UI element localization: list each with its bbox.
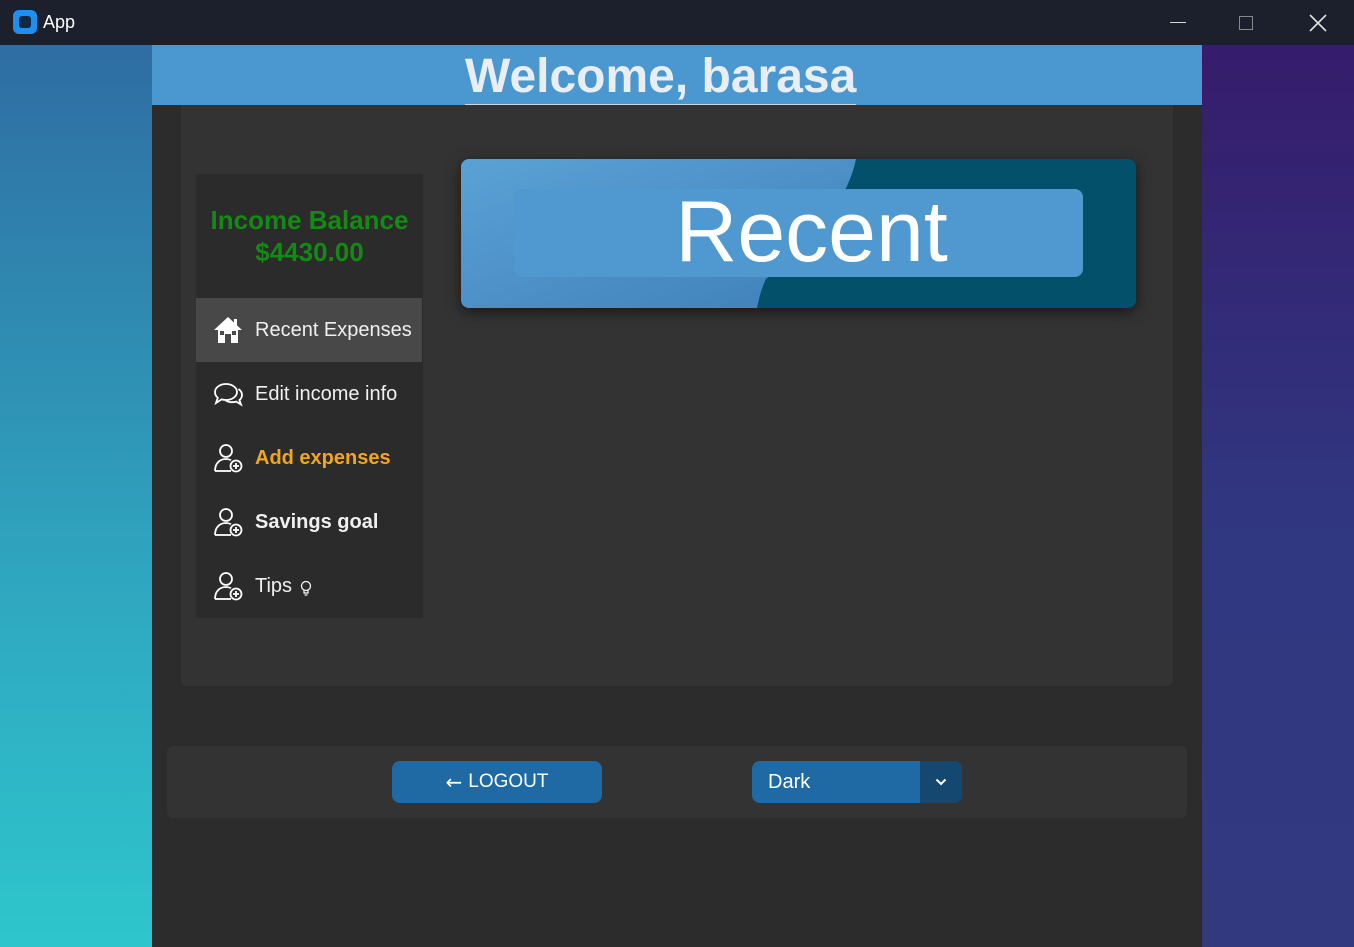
- arrow-left-icon: ←: [445, 770, 463, 794]
- sidebar-item-label: Tips: [255, 574, 293, 597]
- title-bar: App: [0, 0, 1354, 45]
- footer-bar: ← LOGOUT Dark: [167, 746, 1187, 818]
- theme-select[interactable]: Dark: [752, 761, 962, 803]
- sidebar-item-tips-text: Tips: [255, 575, 312, 598]
- close-button[interactable]: [1288, 0, 1348, 45]
- chevron-down-icon: [935, 778, 947, 786]
- maximize-button[interactable]: [1216, 0, 1276, 45]
- sidebar-item-label: Savings goal: [255, 510, 379, 533]
- sidebar: Income Balance $4430.00 Recent Expenses …: [196, 174, 423, 618]
- income-balance: Income Balance $4430.00: [196, 204, 423, 268]
- sidebar-item-label: Recent Expenses: [255, 318, 412, 341]
- logout-button[interactable]: ← LOGOUT: [392, 761, 602, 803]
- home-icon: [214, 317, 242, 343]
- add-user-icon: [214, 508, 243, 537]
- chat-icon: [214, 383, 243, 407]
- sidebar-item-label: Edit income info: [255, 382, 398, 405]
- add-user-icon: [214, 444, 243, 473]
- background-left: [0, 45, 152, 947]
- minimize-button[interactable]: [1148, 0, 1208, 45]
- app-icon: [13, 10, 37, 34]
- balance-value: $4430.00: [255, 237, 364, 267]
- sidebar-item-edit-income[interactable]: Edit income info: [196, 362, 422, 426]
- theme-select-value: Dark: [768, 771, 811, 793]
- minimize-icon: [1170, 22, 1186, 23]
- sidebar-item-recent-expenses[interactable]: Recent Expenses: [196, 298, 422, 362]
- sidebar-item-savings-goal[interactable]: Savings goal: [196, 490, 422, 554]
- recent-banner: Recent: [461, 159, 1136, 308]
- sidebar-item-add-expenses[interactable]: Add expenses: [196, 426, 422, 490]
- balance-label: Income Balance: [210, 205, 409, 235]
- close-icon: [1309, 13, 1327, 32]
- window-title: App: [43, 12, 76, 32]
- theme-select-dropdown-button[interactable]: [920, 761, 962, 803]
- logout-label: LOGOUT: [468, 771, 549, 792]
- banner-title: Recent: [675, 184, 948, 280]
- background-right: [1202, 45, 1354, 947]
- add-user-icon: [214, 572, 243, 601]
- sidebar-item-label: Add expenses: [255, 446, 391, 469]
- welcome-heading: Welcome, barasa: [465, 50, 857, 105]
- main-window: Welcome, barasa Income Balance $4430.00 …: [152, 45, 1202, 947]
- lightbulb-icon: [300, 580, 312, 596]
- maximize-icon: [1239, 15, 1253, 30]
- sidebar-item-tips[interactable]: Tips: [196, 554, 422, 618]
- header-bar: Welcome, barasa: [152, 45, 1202, 105]
